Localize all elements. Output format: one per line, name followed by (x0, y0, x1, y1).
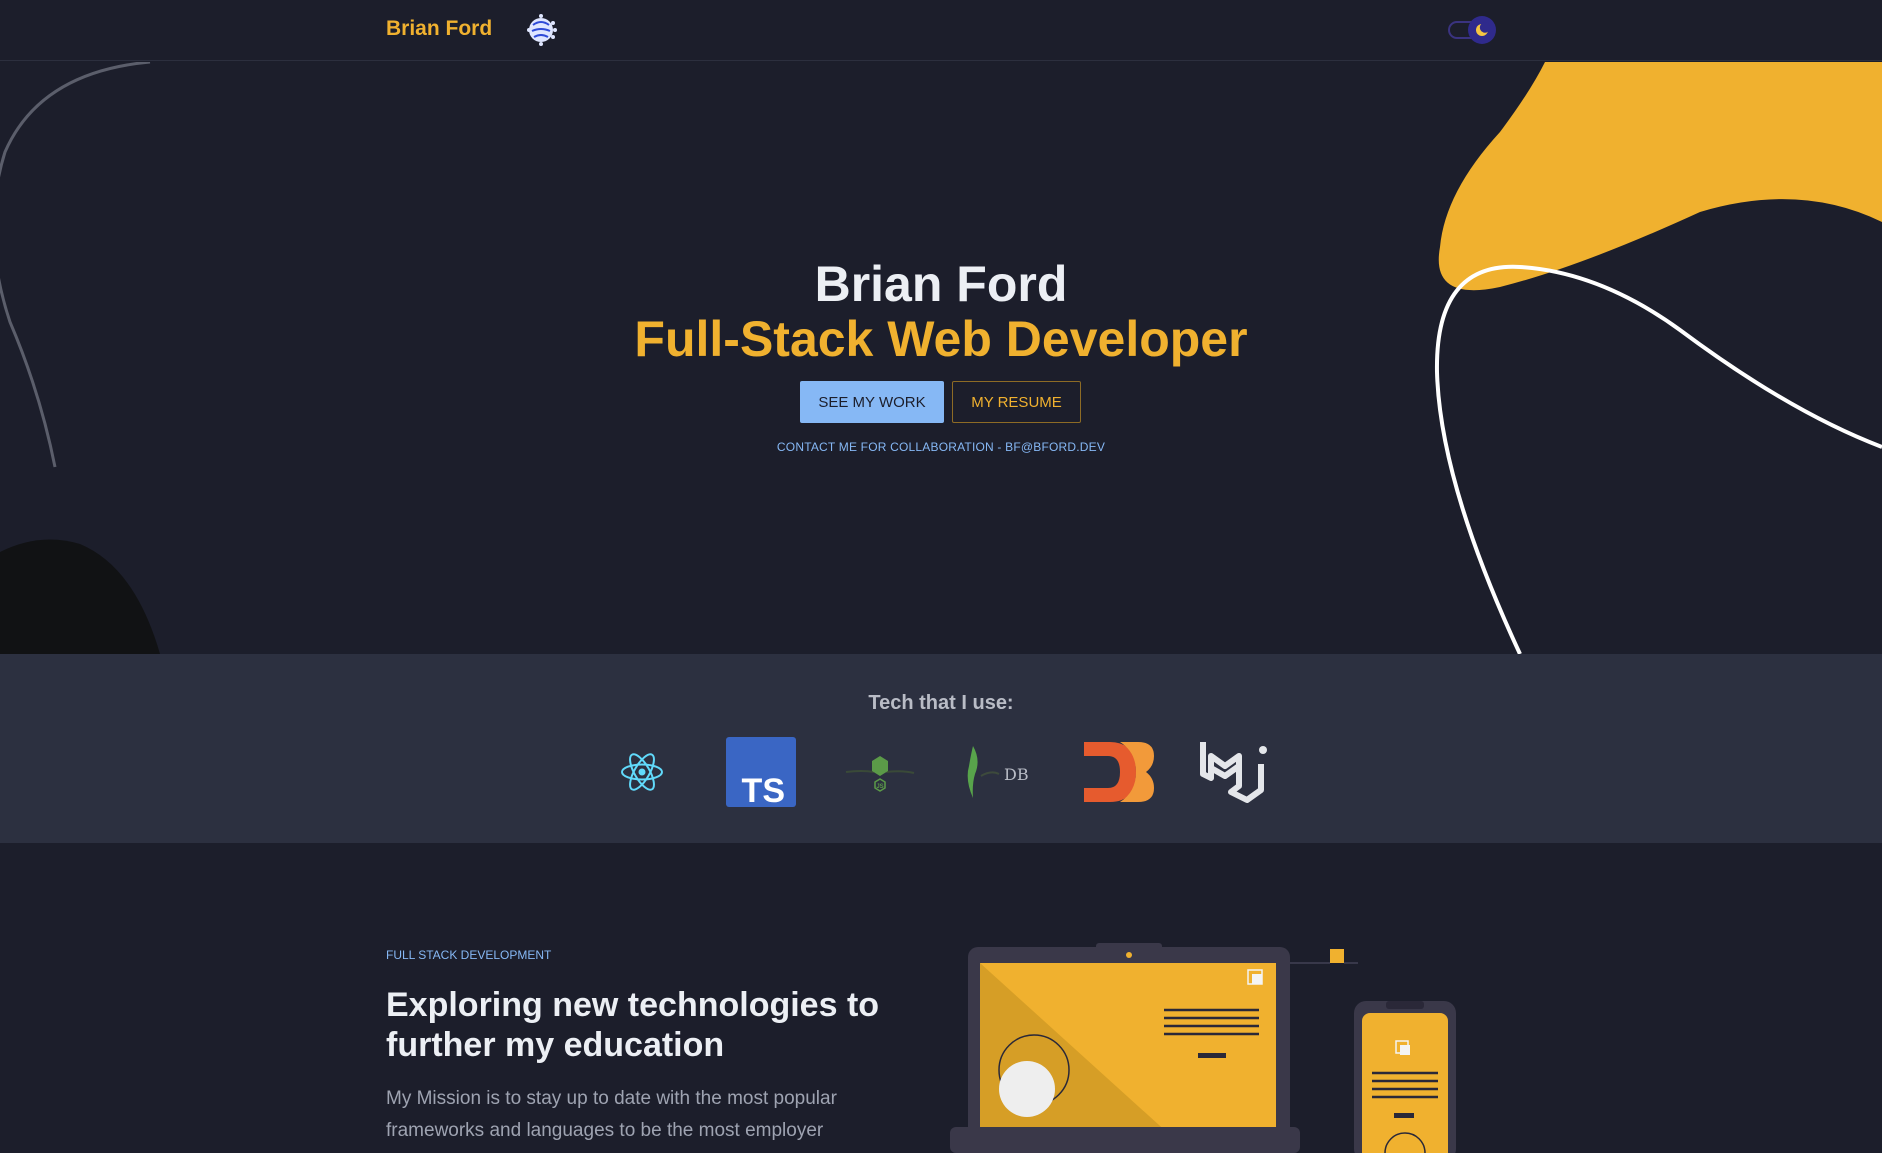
react-icon (621, 753, 663, 791)
nodejs-icon: JS (845, 756, 915, 792)
brain-circuit-icon (527, 14, 557, 46)
material-ui-icon (1200, 742, 1267, 803)
mongodb-logo-text: DB (1004, 765, 1029, 784)
contact-link[interactable]: CONTACT ME FOR COLLABORATION - BF@BFORD.… (0, 440, 1882, 454)
top-navbar: Brian Ford (0, 0, 1882, 61)
typescript-icon: TS (726, 737, 796, 810)
d3-icon (1084, 742, 1154, 802)
mongodb-icon: DB (967, 746, 1029, 798)
mission-title: Exploring new technologies to further my… (386, 986, 880, 1064)
hero-name: Brian Ford (814, 256, 1068, 312)
tech-section: Tech that I use: TS JS DB (0, 654, 1882, 843)
tech-title: Tech that I use: (868, 692, 1014, 714)
typescript-logo-text: TS (742, 772, 785, 810)
my-resume-button[interactable]: MY RESUME (952, 381, 1081, 423)
nodejs-logo-text: JS (876, 784, 883, 790)
toggle-knob (1468, 16, 1496, 44)
hero-section: Brian Ford Full-Stack Web Developer SEE … (0, 62, 1882, 654)
responsive-devices-icon (950, 943, 1456, 1153)
hero-role-title: Full-Stack Web Developer (634, 311, 1248, 367)
see-my-work-button[interactable]: SEE MY WORK (800, 381, 944, 423)
section-eyebrow: FULL STACK DEVELOPMENT (386, 948, 552, 962)
brand-link[interactable]: Brian Ford (386, 17, 492, 41)
theme-toggle[interactable] (1446, 16, 1498, 44)
mission-text: My Mission is to stay up to date with th… (386, 1088, 837, 1141)
moon-icon (1476, 22, 1491, 36)
